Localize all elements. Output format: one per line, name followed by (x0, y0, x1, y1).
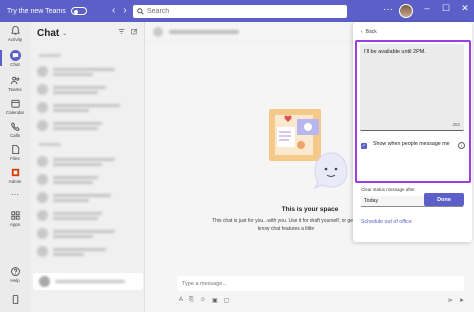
empty-space-description: This chat is just for you...with you. Us… (212, 218, 360, 232)
rail-label-admin: Admin (8, 179, 22, 184)
list-item[interactable] (34, 208, 142, 223)
compose-toolbar: A ⎘ ☺ ▣ ▢ ⊳ ➤ (179, 295, 464, 305)
mobile-device-icon (12, 294, 18, 305)
chat-list-panel: Chat ⌄ (30, 22, 145, 312)
format-icon[interactable]: A (179, 297, 183, 303)
schedule-send-icon[interactable]: ⊳ (448, 297, 453, 304)
rail-item-calendar[interactable]: Calendar (0, 98, 30, 115)
office-icon (11, 168, 19, 177)
list-item-active[interactable] (33, 273, 143, 290)
rail-item-help[interactable]: Help (0, 266, 30, 283)
nav-arrows: ‹ › (112, 5, 127, 17)
profile-avatar[interactable] (399, 4, 413, 18)
rail-more-icon[interactable]: ··· (0, 190, 30, 199)
teams-icon (10, 76, 19, 85)
list-item[interactable] (34, 154, 142, 169)
attach-icon[interactable]: ⎘ (189, 297, 194, 304)
chat-list-title: Chat (37, 27, 60, 39)
message-input[interactable] (182, 280, 442, 287)
chat-list-tools (118, 28, 138, 35)
new-teams-toggle[interactable] (70, 7, 87, 15)
back-button[interactable]: ‹ Back (361, 29, 377, 35)
search-icon (137, 8, 144, 15)
filter-icon[interactable] (118, 28, 125, 35)
rail-item-calls[interactable]: Calls (0, 121, 30, 138)
clear-after-value: Today (364, 198, 379, 204)
new-teams-label: Try the new Teams (7, 7, 66, 15)
rail-item-apps[interactable]: Apps (0, 210, 30, 227)
rail-item-teams[interactable]: Teams (0, 75, 30, 92)
chat-icon (9, 50, 21, 61)
rail-label-calendar: Calendar (5, 110, 25, 115)
title-bar: Try the new Teams ‹ › ··· – ☐ ✕ (0, 0, 474, 22)
new-chat-icon[interactable] (131, 28, 138, 35)
status-message-textarea[interactable]: I'll be available until 2PM. 252 (360, 44, 464, 131)
show-when-label: Show when people message me (373, 141, 450, 147)
done-button[interactable]: Done (424, 193, 464, 206)
rail-item-admin[interactable]: Admin (0, 167, 30, 184)
rail-item-chat[interactable]: Chat (0, 50, 30, 67)
app-rail: Activity Chat Teams Calendar Calls Files… (0, 22, 30, 312)
back-label: Back (365, 29, 377, 35)
status-message-panel: ‹ Back I'll be available until 2PM. 252 … (353, 22, 472, 242)
show-when-checkbox[interactable]: ✓ (361, 143, 367, 149)
list-item[interactable] (34, 244, 142, 259)
status-message-text: I'll be available until 2PM. (364, 49, 426, 55)
rail-label-apps: Apps (9, 222, 21, 227)
clear-after-label: Clear status message after (361, 187, 415, 192)
list-item[interactable] (34, 100, 142, 115)
section-header-blurred (39, 143, 61, 146)
list-item[interactable] (34, 64, 142, 79)
more-options-icon[interactable]: ··· (383, 4, 393, 15)
rail-label-chat: Chat (10, 62, 20, 67)
list-item[interactable] (34, 226, 142, 241)
gif-icon[interactable]: ▣ (212, 297, 218, 304)
rail-label-activity: Activity (7, 37, 23, 42)
rail-label-files: Files (10, 156, 20, 161)
maximize-button[interactable]: ☐ (439, 3, 453, 14)
rail-item-activity[interactable]: Activity (0, 25, 30, 42)
send-icon[interactable]: ➤ (459, 297, 464, 304)
schedule-out-of-office-link[interactable]: Schedule out of office (361, 219, 412, 225)
character-count: 252 (452, 122, 460, 127)
rail-label-calls: Calls (9, 133, 20, 138)
chevron-down-icon[interactable]: ⌄ (62, 30, 67, 37)
info-icon[interactable]: i (458, 142, 465, 149)
list-item[interactable] (34, 118, 142, 133)
list-item[interactable] (34, 82, 142, 97)
rail-label-help: Help (10, 278, 20, 283)
list-item[interactable] (34, 190, 142, 205)
help-icon (10, 267, 20, 276)
empty-space-illustration (269, 109, 348, 189)
close-button[interactable]: ✕ (458, 3, 472, 14)
forward-arrow-icon[interactable]: › (123, 5, 126, 17)
calendar-icon (10, 99, 20, 108)
search-box[interactable] (133, 5, 347, 18)
search-input[interactable] (147, 8, 337, 15)
back-arrow-icon[interactable]: ‹ (112, 5, 115, 17)
section-header-blurred (39, 54, 61, 57)
rail-item-files[interactable]: Files (0, 144, 30, 161)
compose-box[interactable] (177, 276, 464, 291)
show-when-message-option: ✓ Show when people message me i (360, 140, 466, 156)
apps-icon (10, 211, 20, 220)
rail-label-teams: Teams (8, 87, 22, 92)
emoji-icon[interactable]: ☺ (200, 297, 206, 303)
bell-icon (10, 25, 20, 35)
rail-item-device[interactable] (0, 294, 30, 305)
sticker-icon[interactable]: ▢ (224, 297, 230, 304)
chevron-left-icon: ‹ (361, 29, 363, 35)
minimize-button[interactable]: – (420, 3, 434, 13)
file-icon (11, 144, 19, 155)
phone-icon (10, 122, 20, 131)
list-item[interactable] (34, 172, 142, 187)
